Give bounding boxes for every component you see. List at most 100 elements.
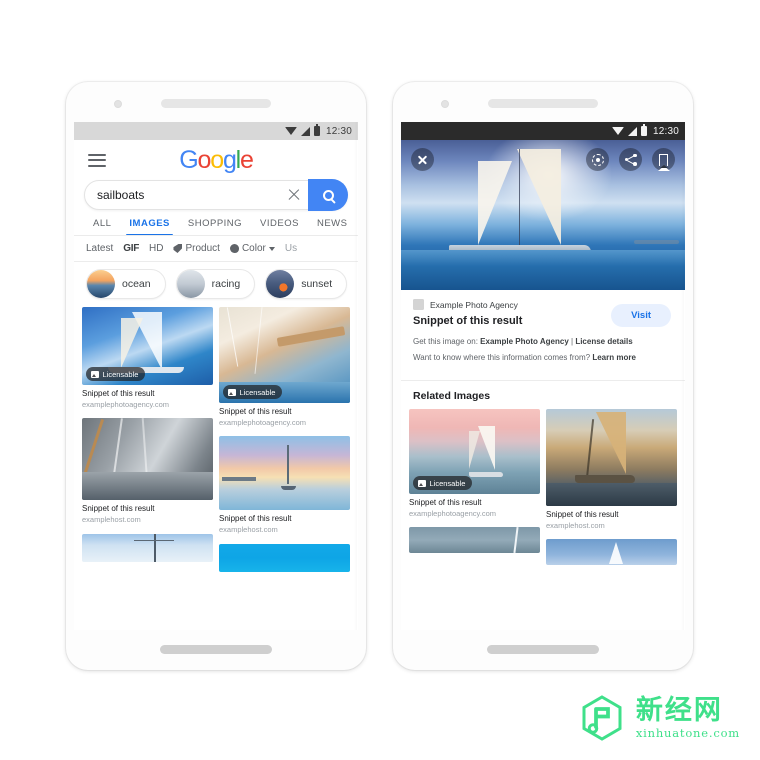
tab-news[interactable]: NEWS [308,218,357,235]
close-button[interactable] [411,148,434,171]
phone-mockup-left: 12:30 Google sailboats ALL IMAGES SHOPPI… [66,82,366,670]
filter-usage-rights[interactable]: Us [285,243,297,254]
hero-right-actions [586,148,675,171]
screenshot-stage: 12:30 Google sailboats ALL IMAGES SHOPPI… [0,0,760,760]
license-details-link[interactable]: License details [575,337,632,346]
related-image-2[interactable]: Snippet of this result examplehost.com [546,409,677,531]
related-search-chips: ocean racing sunset [74,262,358,307]
result-thumbnail[interactable] [409,527,540,554]
related-image-3-partial[interactable] [409,527,540,554]
status-bar-left: 12:30 [74,122,358,140]
search-input[interactable]: sailboats [97,188,286,202]
chip-sunset[interactable]: sunset [265,269,348,299]
related-image-1[interactable]: Licensable Snippet of this result exampl… [409,409,540,519]
image-result-5-partial[interactable] [82,533,213,562]
result-thumbnail[interactable] [219,436,350,511]
result-thumbnail[interactable] [82,533,213,562]
result-snippet[interactable]: Snippet of this result [219,514,350,525]
result-snippet[interactable]: Snippet of this result [82,504,213,515]
learn-more-link[interactable]: Learn more [592,353,636,362]
licensable-badge: Licensable [86,367,146,381]
tab-images[interactable]: IMAGES [120,218,178,235]
result-thumbnail[interactable] [546,539,677,566]
licensable-label: Licensable [429,478,466,488]
result-thumbnail[interactable]: Licensable [219,307,350,403]
related-image-4-partial[interactable] [546,539,677,566]
search-submit-button[interactable] [308,179,348,211]
result-host: examplephotoagency.com [409,508,496,518]
palette-icon [229,244,239,253]
result-thumbnail[interactable] [82,418,213,501]
result-snippet[interactable]: Snippet of this result [409,498,540,509]
front-camera [114,100,122,108]
result-snippet[interactable]: Snippet of this result [546,510,677,521]
image-icon [418,479,426,487]
result-thumbnail[interactable]: Licensable [82,307,213,385]
close-icon [417,154,428,165]
wifi-icon [284,127,297,135]
licensable-badge: Licensable [223,385,283,399]
search-vertical-tabs: ALL IMAGES SHOPPING VIDEOS NEWS [74,210,358,236]
related-images-grid: Licensable Snippet of this result exampl… [401,409,685,573]
result-host: examplehost.com [219,525,278,535]
home-bar [487,645,599,654]
image-detail-panel: Example Photo Agency Snippet of this res… [401,290,685,372]
filter-gif[interactable]: GIF [123,243,139,254]
chip-ocean[interactable]: ocean [86,269,166,299]
filter-color-label: Color [241,243,266,254]
licensable-label: Licensable [102,369,139,379]
earpiece-speaker [488,99,598,108]
result-snippet[interactable]: Snippet of this result [219,407,350,418]
share-button[interactable] [619,148,642,171]
tab-all[interactable]: ALL [84,218,120,235]
chip-thumbnail [176,270,205,298]
result-thumbnail[interactable] [546,409,677,506]
filter-hd[interactable]: HD [149,243,163,254]
favicon-icon [413,299,424,310]
chip-label: racing [211,278,241,290]
front-camera [441,100,449,108]
hero-image-viewer[interactable] [401,140,685,290]
filter-color[interactable]: Color [229,243,275,254]
wifi-icon [611,127,624,135]
chip-racing[interactable]: racing [175,269,256,299]
watermark-cn: 新经网 [635,694,723,726]
info-provenance-line: Want to know where this information come… [413,352,673,364]
scroll-edge-hint [354,122,357,630]
bookmark-button[interactable] [652,148,675,171]
result-thumbnail[interactable]: Licensable [409,409,540,494]
tab-shopping[interactable]: SHOPPING [179,218,251,235]
chip-label: sunset [301,278,333,290]
hamburger-menu-icon[interactable] [88,150,106,170]
related-column-left: Licensable Snippet of this result exampl… [409,409,540,573]
search-box[interactable]: sailboats [84,179,348,211]
result-host: examplehost.com [546,520,605,530]
filter-latest[interactable]: Latest [86,243,113,254]
visit-button[interactable]: Visit [611,304,671,327]
screen-left: 12:30 Google sailboats ALL IMAGES SHOPPI… [74,122,358,630]
image-result-6-partial[interactable] [219,543,350,572]
filter-product[interactable]: Product [173,243,220,254]
result-snippet[interactable]: Snippet of this result [82,389,213,400]
image-result-4[interactable]: Snippet of this result examplehost.com [219,436,350,535]
status-clock: 12:30 [325,125,352,137]
grid-column-left: Licensable Snippet of this result exampl… [82,307,213,580]
image-result-3[interactable]: Snippet of this result examplehost.com [82,418,213,525]
scroll-edge-hint [681,122,684,630]
chevron-down-icon [268,246,275,251]
google-lens-icon [591,153,604,166]
battery-icon [640,124,647,136]
result-host: examplephotoagency.com [82,399,169,409]
search-row: sailboats [74,179,358,211]
tab-videos[interactable]: VIDEOS [251,218,308,235]
image-result-1[interactable]: Licensable Snippet of this result exampl… [82,307,213,410]
chip-thumbnail [87,270,115,298]
status-clock: 12:30 [652,125,679,137]
result-thumbnail[interactable] [219,543,350,572]
clear-search-icon[interactable] [286,187,302,203]
google-lens-button[interactable] [586,148,609,171]
watermark: 新经网 xinhuatone.com [578,694,740,742]
image-result-2[interactable]: Licensable Snippet of this result exampl… [219,307,350,428]
source-name: Example Photo Agency [430,299,518,310]
meta-source-link[interactable]: Example Photo Agency [480,337,569,346]
